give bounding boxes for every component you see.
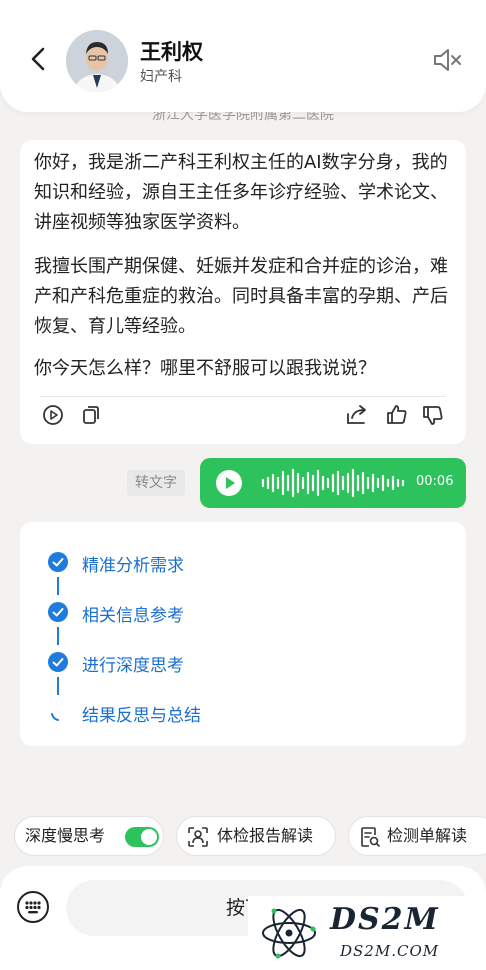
chip-label: 深度慢思考 [25, 826, 106, 845]
doctor-department: 妇产科 [140, 69, 182, 85]
watermark-text: DS2M [330, 902, 440, 937]
copy-icon[interactable] [78, 402, 104, 428]
intro-paragraph: 你今天怎么样？哪里不舒服可以跟我说说？ [34, 358, 376, 379]
loading-spinner-icon [51, 713, 59, 721]
share-icon[interactable] [344, 402, 370, 428]
convert-to-text-button[interactable]: 转文字 [127, 470, 185, 496]
voice-play-icon[interactable] [216, 470, 242, 496]
step-label: 结果反思与总结 [82, 706, 201, 726]
intro-paragraph: 我擅长围产期保健、妊娠并发症和合并症的诊治，难产和产科危重症的救治。同时具备丰富… [34, 256, 448, 337]
deep-think-toggle-chip[interactable]: 深度慢思考 [14, 816, 164, 856]
step-connector [57, 627, 59, 645]
waveform-icon [261, 468, 405, 498]
chip-label: 体检报告解读 [217, 826, 314, 845]
deep-think-switch[interactable] [125, 827, 159, 847]
document-search-icon [361, 827, 380, 847]
watermark-logo: DS2M DS2M.COM [248, 896, 486, 970]
step-label: 进行深度思考 [82, 656, 184, 676]
keyboard-icon[interactable] [16, 890, 50, 924]
check-circle-icon [48, 602, 68, 622]
doctor-avatar[interactable] [66, 30, 128, 92]
scan-person-icon [188, 827, 208, 847]
voice-duration: 00:06 [416, 474, 454, 489]
chip-label: 检测单解读 [387, 826, 468, 845]
step-connector [57, 577, 59, 595]
step-connector [57, 677, 59, 695]
watermark-url: DS2M.COM [340, 942, 440, 960]
thumbs-down-icon[interactable] [420, 402, 446, 428]
speaker-muted-icon[interactable] [432, 46, 464, 74]
check-circle-icon [48, 552, 68, 572]
step-label: 相关信息参考 [82, 606, 184, 626]
intro-paragraph: 你好，我是浙二产科王利权主任的AI数字分身，我的知识和经验，源自王主任多年诊疗经… [34, 152, 448, 233]
thumbs-up-icon[interactable] [384, 402, 410, 428]
step-label: 精准分析需求 [82, 556, 184, 576]
play-audio-icon[interactable] [40, 402, 66, 428]
intro-message-card: 你好，我是浙二产科王利权主任的AI数字分身，我的知识和经验，源自王主任多年诊疗经… [20, 140, 466, 444]
back-arrow-icon[interactable] [24, 44, 54, 74]
chat-header: 王利权 妇产科 [0, 0, 486, 112]
doctor-name: 王利权 [140, 40, 203, 64]
lab-sheet-chip[interactable]: 检测单解读 [348, 816, 486, 856]
voice-message-bubble[interactable]: 00:06 [200, 458, 466, 508]
check-circle-icon [48, 652, 68, 672]
divider [40, 396, 446, 397]
atom-logo-icon [262, 908, 316, 959]
thinking-steps-card: 精准分析需求 相关信息参考 进行深度思考 结果反思与总结 [20, 522, 466, 746]
report-interpret-chip[interactable]: 体检报告解读 [176, 816, 336, 856]
